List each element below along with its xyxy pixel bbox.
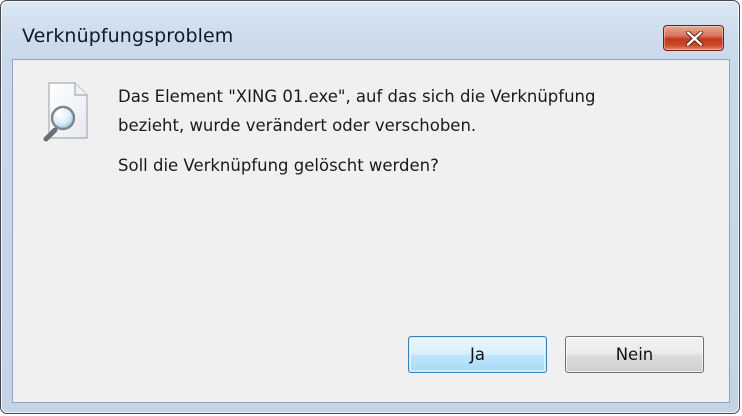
title-bar[interactable]: Verknüpfungsproblem <box>1 1 739 59</box>
document-magnifier-icon <box>41 80 93 146</box>
no-button-label: Nein <box>615 345 654 364</box>
yes-button[interactable]: Ja <box>408 336 547 373</box>
dialog-window: Verknüpfungsproblem Das Element "XING 01… <box>0 0 740 414</box>
close-x-icon <box>686 31 703 46</box>
message-line-2: bezieht, wurde verändert oder verschoben… <box>118 116 477 135</box>
close-button[interactable] <box>663 25 724 51</box>
dialog-title: Verknüpfungsproblem <box>22 25 234 47</box>
no-button[interactable]: Nein <box>565 336 704 373</box>
message-line-1: Das Element "XING 01.exe", auf das sich … <box>118 87 596 106</box>
message-text: Das Element "XING 01.exe", auf das sich … <box>118 82 595 140</box>
question-text: Soll die Verknüpfung gelöscht werden? <box>118 156 439 175</box>
yes-button-label: Ja <box>470 345 485 364</box>
dialog-content: Das Element "XING 01.exe", auf das sich … <box>12 59 730 403</box>
